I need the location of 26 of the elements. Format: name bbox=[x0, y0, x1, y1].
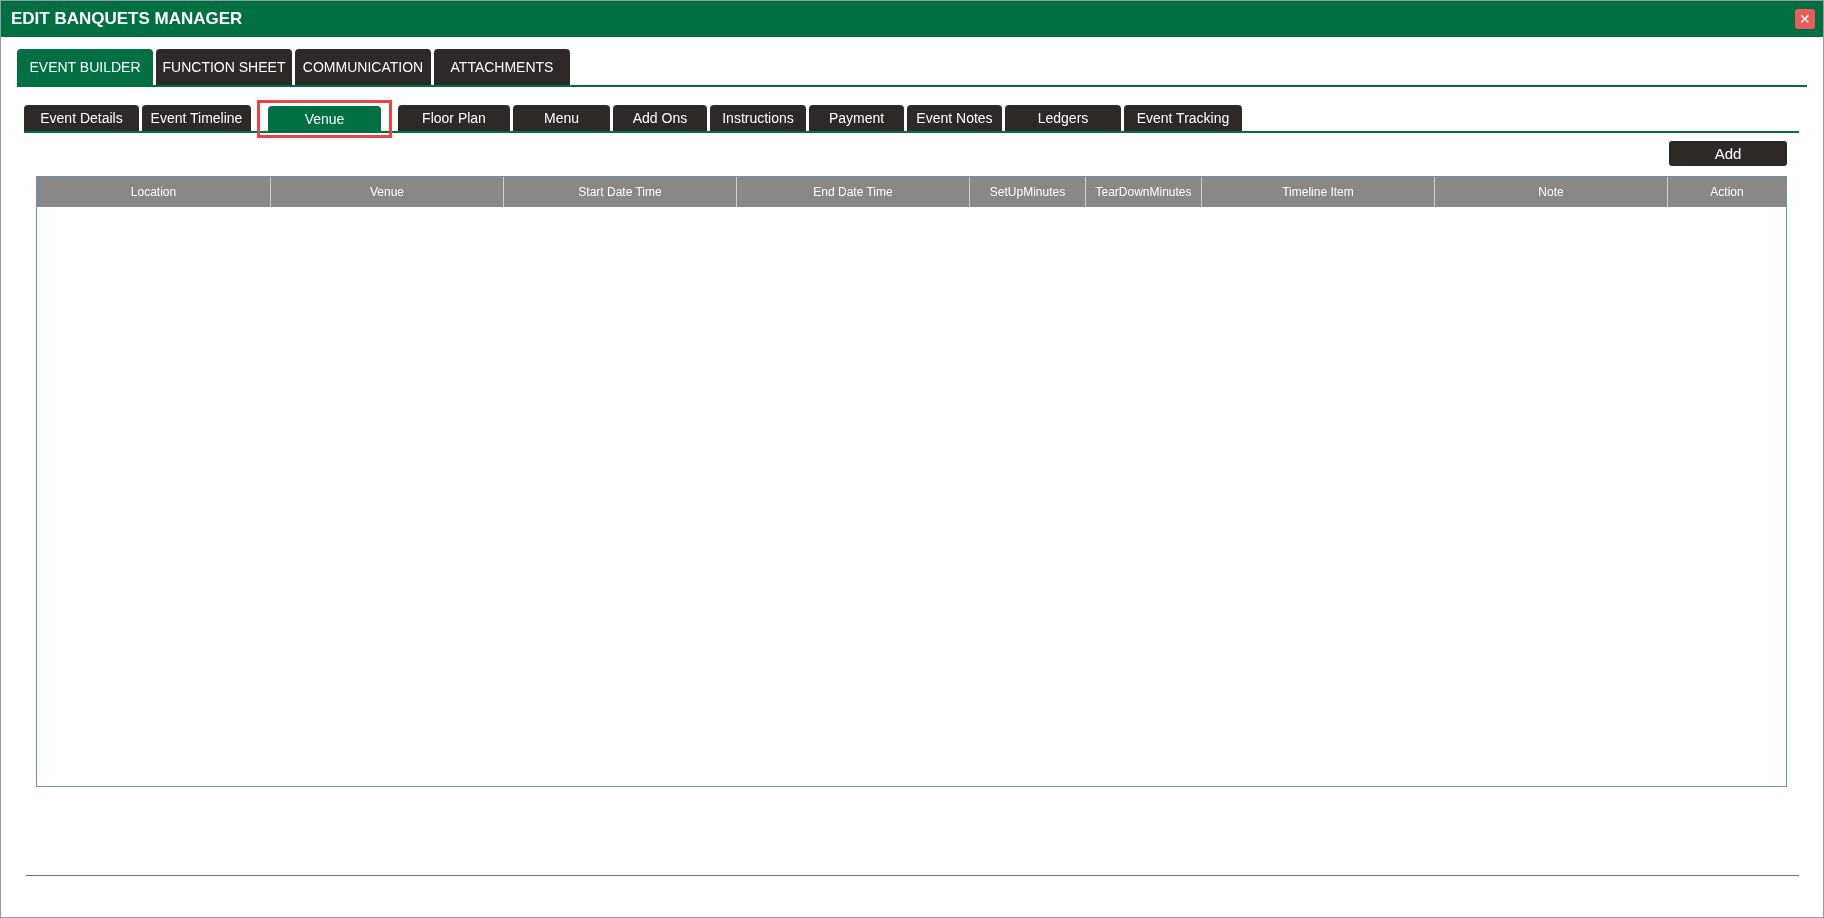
section-tab[interactable]: Event Tracking bbox=[1124, 105, 1242, 131]
section-tab[interactable]: Payment bbox=[809, 105, 904, 131]
column-header: Note bbox=[1434, 177, 1667, 207]
main-tab[interactable]: ATTACHMENTS bbox=[434, 49, 570, 85]
section-tab[interactable]: Event Timeline bbox=[142, 105, 251, 131]
add-button[interactable]: Add bbox=[1669, 141, 1787, 166]
main-tab[interactable]: FUNCTION SHEET bbox=[156, 49, 292, 85]
section-tab[interactable]: Venue bbox=[268, 106, 381, 132]
column-header: Start Date Time bbox=[503, 177, 736, 207]
section-tab[interactable]: Instructions bbox=[710, 105, 806, 131]
section-tab[interactable]: Add Ons bbox=[613, 105, 707, 131]
window-title: EDIT BANQUETS MANAGER bbox=[11, 9, 243, 29]
column-header: TearDownMinutes bbox=[1085, 177, 1201, 207]
section-tab[interactable]: Menu bbox=[513, 105, 610, 131]
column-header: Timeline Item bbox=[1201, 177, 1434, 207]
main-tab[interactable]: COMMUNICATION bbox=[295, 49, 431, 85]
section-tab[interactable]: Event Details bbox=[24, 105, 139, 131]
column-header: Venue bbox=[270, 177, 503, 207]
main-tab[interactable]: EVENT BUILDER bbox=[17, 49, 153, 85]
section-tab[interactable]: Event Notes bbox=[907, 105, 1002, 131]
column-header: Location bbox=[129, 184, 178, 201]
column-header: SetUpMinutes bbox=[969, 177, 1085, 207]
section-tab[interactable]: Ledgers bbox=[1005, 105, 1121, 131]
column-header: End Date Time bbox=[736, 177, 969, 207]
section-tab[interactable]: Floor Plan bbox=[398, 105, 510, 131]
column-header: Action bbox=[1667, 177, 1786, 207]
